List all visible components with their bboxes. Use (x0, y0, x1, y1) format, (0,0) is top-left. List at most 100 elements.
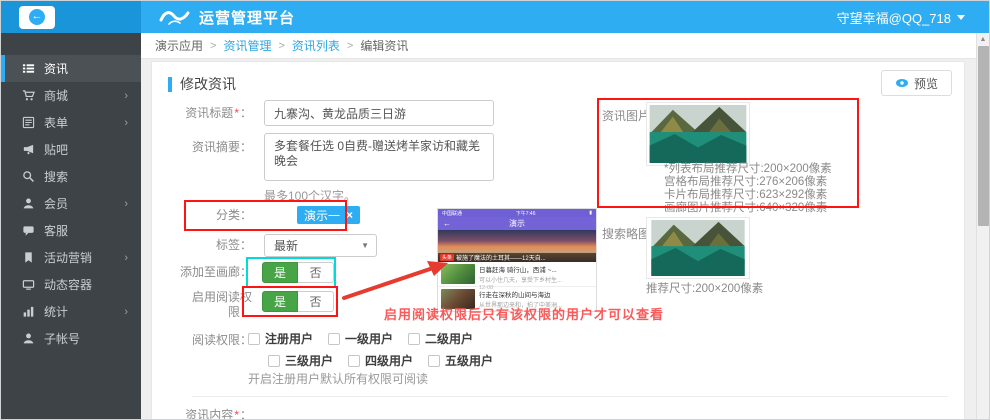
phone-preview-image: 中国联通 下午7:46 ▮ ← 演示 头条 被施了魔法的土耳其——12天自...… (437, 208, 597, 312)
chevron-right-icon: › (124, 252, 128, 264)
breadcrumb-separator: > (278, 40, 284, 52)
checkbox-level4-user[interactable]: 四级用户 (348, 352, 413, 369)
chevron-right-icon: › (124, 306, 128, 318)
phone-time: 下午7:46 (516, 210, 536, 217)
breadcrumb: 演示应用 > 资讯管理 > 资讯列表 > 编辑资讯 (141, 33, 990, 59)
checkbox-registered-user[interactable]: 注册用户 (248, 330, 313, 347)
sidebar-item-label: 客服 (44, 222, 68, 239)
category-label: 分类： (152, 208, 252, 223)
breadcrumb-item-news-manage[interactable]: 资讯管理 (223, 37, 271, 54)
breadcrumb-separator: > (347, 40, 353, 52)
chevron-right-icon: › (124, 90, 128, 102)
read-perm-no-button[interactable]: 否 (298, 291, 334, 312)
breadcrumb-item-current: 编辑资讯 (360, 37, 408, 54)
panel-title: 修改资讯 (168, 74, 236, 94)
phone-feature-title: 被施了魔法的土耳其——12天自... (456, 253, 546, 262)
chevron-right-icon: › (124, 117, 128, 129)
search-thumb-label: 搜索略图 (602, 225, 650, 242)
lake-photo (649, 220, 747, 276)
breadcrumb-item-news-list[interactable]: 资讯列表 (292, 37, 340, 54)
read-perm-yes-button[interactable]: 是 (262, 291, 298, 312)
user-menu[interactable]: 守望幸福@QQ_718 (837, 1, 965, 33)
caret-down-icon (957, 15, 965, 20)
sidebar-item-search[interactable]: 搜索 (1, 163, 141, 190)
breadcrumb-item: 演示应用 (155, 37, 203, 54)
app-logo-icon (159, 7, 193, 27)
topbar: ← 运营管理平台 守望幸福@QQ_718 (1, 1, 990, 33)
annotation-text: 启用阅读权限后只有该权限的用户才可以查看 (384, 304, 664, 323)
category-tag-chip[interactable]: 演示一 × (297, 206, 360, 224)
preview-button[interactable]: 预览 (881, 70, 952, 96)
platform-title: 运营管理平台 (199, 7, 295, 28)
enable-read-perm-label: 启用阅读权限： (174, 290, 252, 320)
tag-label: 标签： (152, 238, 252, 253)
edit-news-panel: 修改资讯 预览 资讯标题*： 资讯摘要： 多套餐任选 0自费-赠送烤羊家访和藏羌… (151, 61, 965, 420)
checkbox-icon (408, 333, 420, 345)
phone-back-icon: ← (443, 219, 451, 228)
back-button[interactable]: ← (19, 6, 55, 29)
sidebar-item-label: 子帐号 (44, 330, 80, 347)
topbar-left-segment: ← (1, 1, 141, 33)
cart-icon (22, 89, 35, 102)
news-image-size-hints: *列表布局推荐尺寸:200×200像素 宫格布局推荐尺寸:276×206像素 卡… (664, 163, 832, 215)
user-name: 守望幸福@QQ_718 (837, 8, 951, 27)
sidebar-item-news[interactable]: 资讯 (1, 55, 141, 82)
container-icon (22, 278, 35, 291)
lake-photo (649, 105, 747, 163)
sidebar-item-mall[interactable]: 商城 › (1, 82, 141, 109)
sidebar-item-label: 搜索 (44, 168, 68, 185)
list-icon (22, 62, 35, 75)
scrollbar-thumb[interactable] (978, 46, 989, 226)
checkbox-icon (268, 355, 280, 367)
sidebar-item-label: 活动营销 (44, 249, 92, 266)
app-window: ← 运营管理平台 守望幸福@QQ_718 资讯 商城 › (0, 0, 990, 420)
checkbox-level5-user[interactable]: 五级用户 (428, 352, 493, 369)
sidebar-item-label: 贴吧 (44, 141, 68, 158)
news-summary-textarea[interactable]: 多套餐任选 0自费-赠送烤羊家访和藏羌晚会 (264, 133, 494, 181)
sidebar-item-support[interactable]: 客服 (1, 217, 141, 244)
news-title-input[interactable] (264, 100, 494, 126)
gallery-no-button[interactable]: 否 (298, 262, 334, 283)
user-icon (22, 332, 35, 345)
news-image-thumbnail[interactable] (646, 102, 750, 166)
sidebar-item-members[interactable]: 会员 › (1, 190, 141, 217)
section-divider (192, 396, 948, 397)
checkbox-level3-user[interactable]: 三级用户 (268, 352, 333, 369)
app-logo: 运营管理平台 (159, 1, 295, 33)
bar-chart-icon (22, 305, 35, 318)
sidebar-item-forms[interactable]: 表单 › (1, 109, 141, 136)
breadcrumb-separator: > (210, 40, 216, 52)
scrollbar-up-arrow[interactable]: ▲ (977, 33, 989, 46)
gallery-toggle: 是 否 (262, 262, 334, 283)
sidebar-item-statistics[interactable]: 统计 › (1, 298, 141, 325)
sidebar: 资讯 商城 › 表单 › 贴吧 搜索 会员 (1, 33, 141, 420)
gallery-yes-button[interactable]: 是 (262, 262, 298, 283)
sidebar-item-label: 资讯 (44, 60, 68, 77)
phone-page-title: 演示 (509, 218, 525, 229)
sidebar-item-container[interactable]: 动态容器 (1, 271, 141, 298)
page-scrollbar[interactable]: ▲ (976, 33, 989, 420)
back-arrow-icon: ← (29, 9, 45, 25)
phone-battery-icon: ▮ (589, 210, 592, 216)
checkbox-icon (328, 333, 340, 345)
checkbox-level2-user[interactable]: 二级用户 (408, 330, 473, 347)
read-perm-hint: 开启注册用户默认所有权限可阅读 (248, 370, 428, 387)
tag-select[interactable]: 最新 ▼ (264, 234, 377, 257)
sidebar-item-label: 统计 (44, 303, 68, 320)
search-thumbnail[interactable] (646, 217, 750, 279)
sidebar-item-label: 表单 (44, 114, 68, 131)
read-perm-toggle: 是 否 (262, 291, 334, 312)
phone-item-thumbnail (441, 264, 475, 284)
sidebar-item-marketing[interactable]: 活动营销 › (1, 244, 141, 271)
sidebar-item-subaccount[interactable]: 子帐号 (1, 325, 141, 352)
remove-tag-icon[interactable]: × (346, 208, 353, 222)
search-icon (22, 170, 35, 183)
checkbox-level1-user[interactable]: 一级用户 (328, 330, 393, 347)
flag-icon (22, 251, 35, 264)
summary-hint: 最多100个汉字。 (264, 187, 356, 204)
select-caret-icon: ▼ (361, 241, 369, 250)
news-image-label: 资讯图片 (602, 107, 650, 124)
news-summary-label: 资讯摘要： (152, 140, 252, 155)
news-content-label: 资讯内容*： (152, 408, 252, 420)
sidebar-item-tieba[interactable]: 贴吧 (1, 136, 141, 163)
